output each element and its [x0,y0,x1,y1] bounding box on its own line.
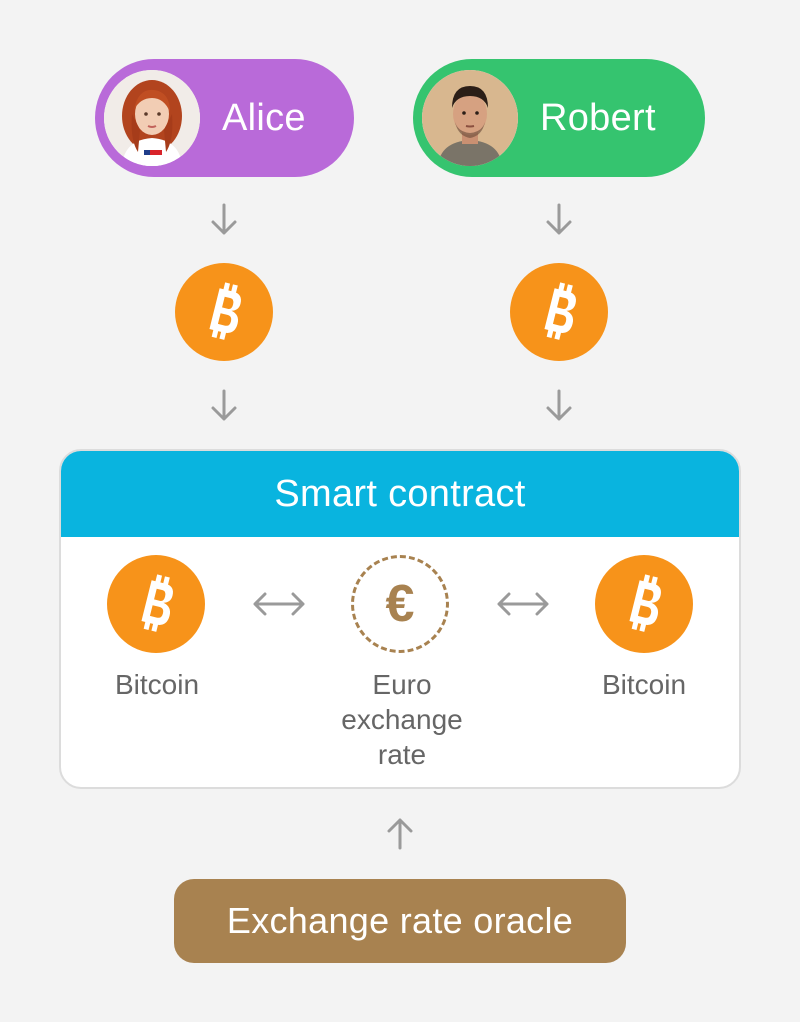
double-arrow-icon [253,592,305,616]
bitcoin-icon [175,263,273,361]
left-bitcoin-label: Bitcoin [114,669,200,700]
person-robert: Robert [413,59,705,177]
bitcoin-icon [107,555,205,653]
right-bitcoin-label: Bitcoin [601,669,687,700]
euro-label-line: exchange [341,704,463,735]
arrow-down-icon [546,203,572,235]
person-alice: Alice [95,59,354,177]
exchange-rate-oracle: Exchange rate oracle [174,879,626,963]
euro-exchange-rate-label: Euro exchange rate [302,667,502,772]
euro-icon: € [351,555,449,653]
person-name-alice: Alice [222,96,306,139]
smart-contract-card: Smart contract Bitcoin € Euro exchange r… [59,449,741,789]
avatar-robert [422,70,518,166]
bitcoin-icon [595,555,693,653]
euro-label-line: rate [377,739,427,770]
smart-contract-title: Smart contract [61,451,739,537]
euro-label-line: Euro [372,669,432,700]
avatar-alice [104,70,200,166]
double-arrow-icon [497,592,549,616]
arrow-up-icon [387,818,413,850]
person-name-robert: Robert [540,96,656,139]
arrow-down-icon [211,389,237,421]
bitcoin-icon [510,263,608,361]
arrow-down-icon [546,389,572,421]
arrow-down-icon [211,203,237,235]
